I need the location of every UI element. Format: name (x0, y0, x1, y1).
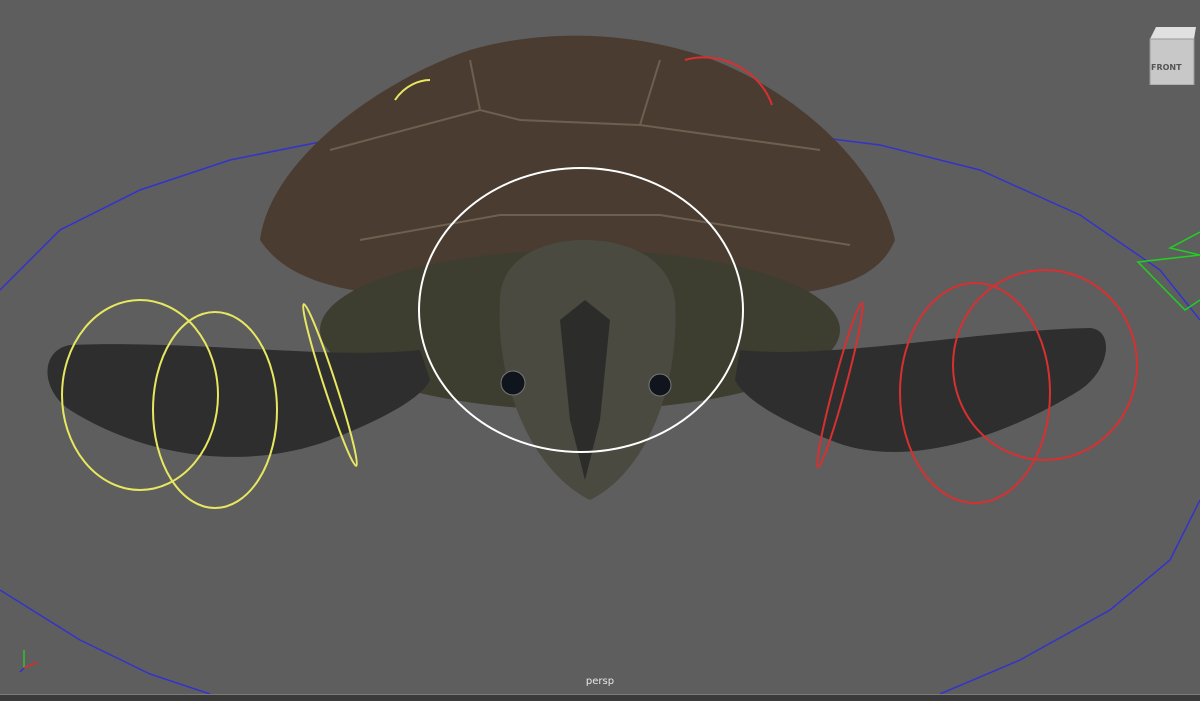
z-axis-icon (19, 667, 25, 673)
camera-label: persp (585, 676, 615, 687)
x-axis-icon (23, 661, 39, 669)
viewcube[interactable]: FRONT (1148, 27, 1196, 86)
turtle-right-eye (648, 373, 672, 397)
turtle-left-flipper[interactable] (47, 344, 431, 457)
root-control-curve-right[interactable] (939, 499, 1200, 694)
viewcube-face-label: FRONT (1151, 63, 1182, 72)
axis-indicator (19, 650, 39, 673)
turtle-left-eye (500, 370, 526, 396)
cube-icon (1149, 27, 1196, 86)
3d-viewport[interactable] (0, 0, 1200, 694)
extra-control-curve[interactable] (1136, 231, 1200, 311)
